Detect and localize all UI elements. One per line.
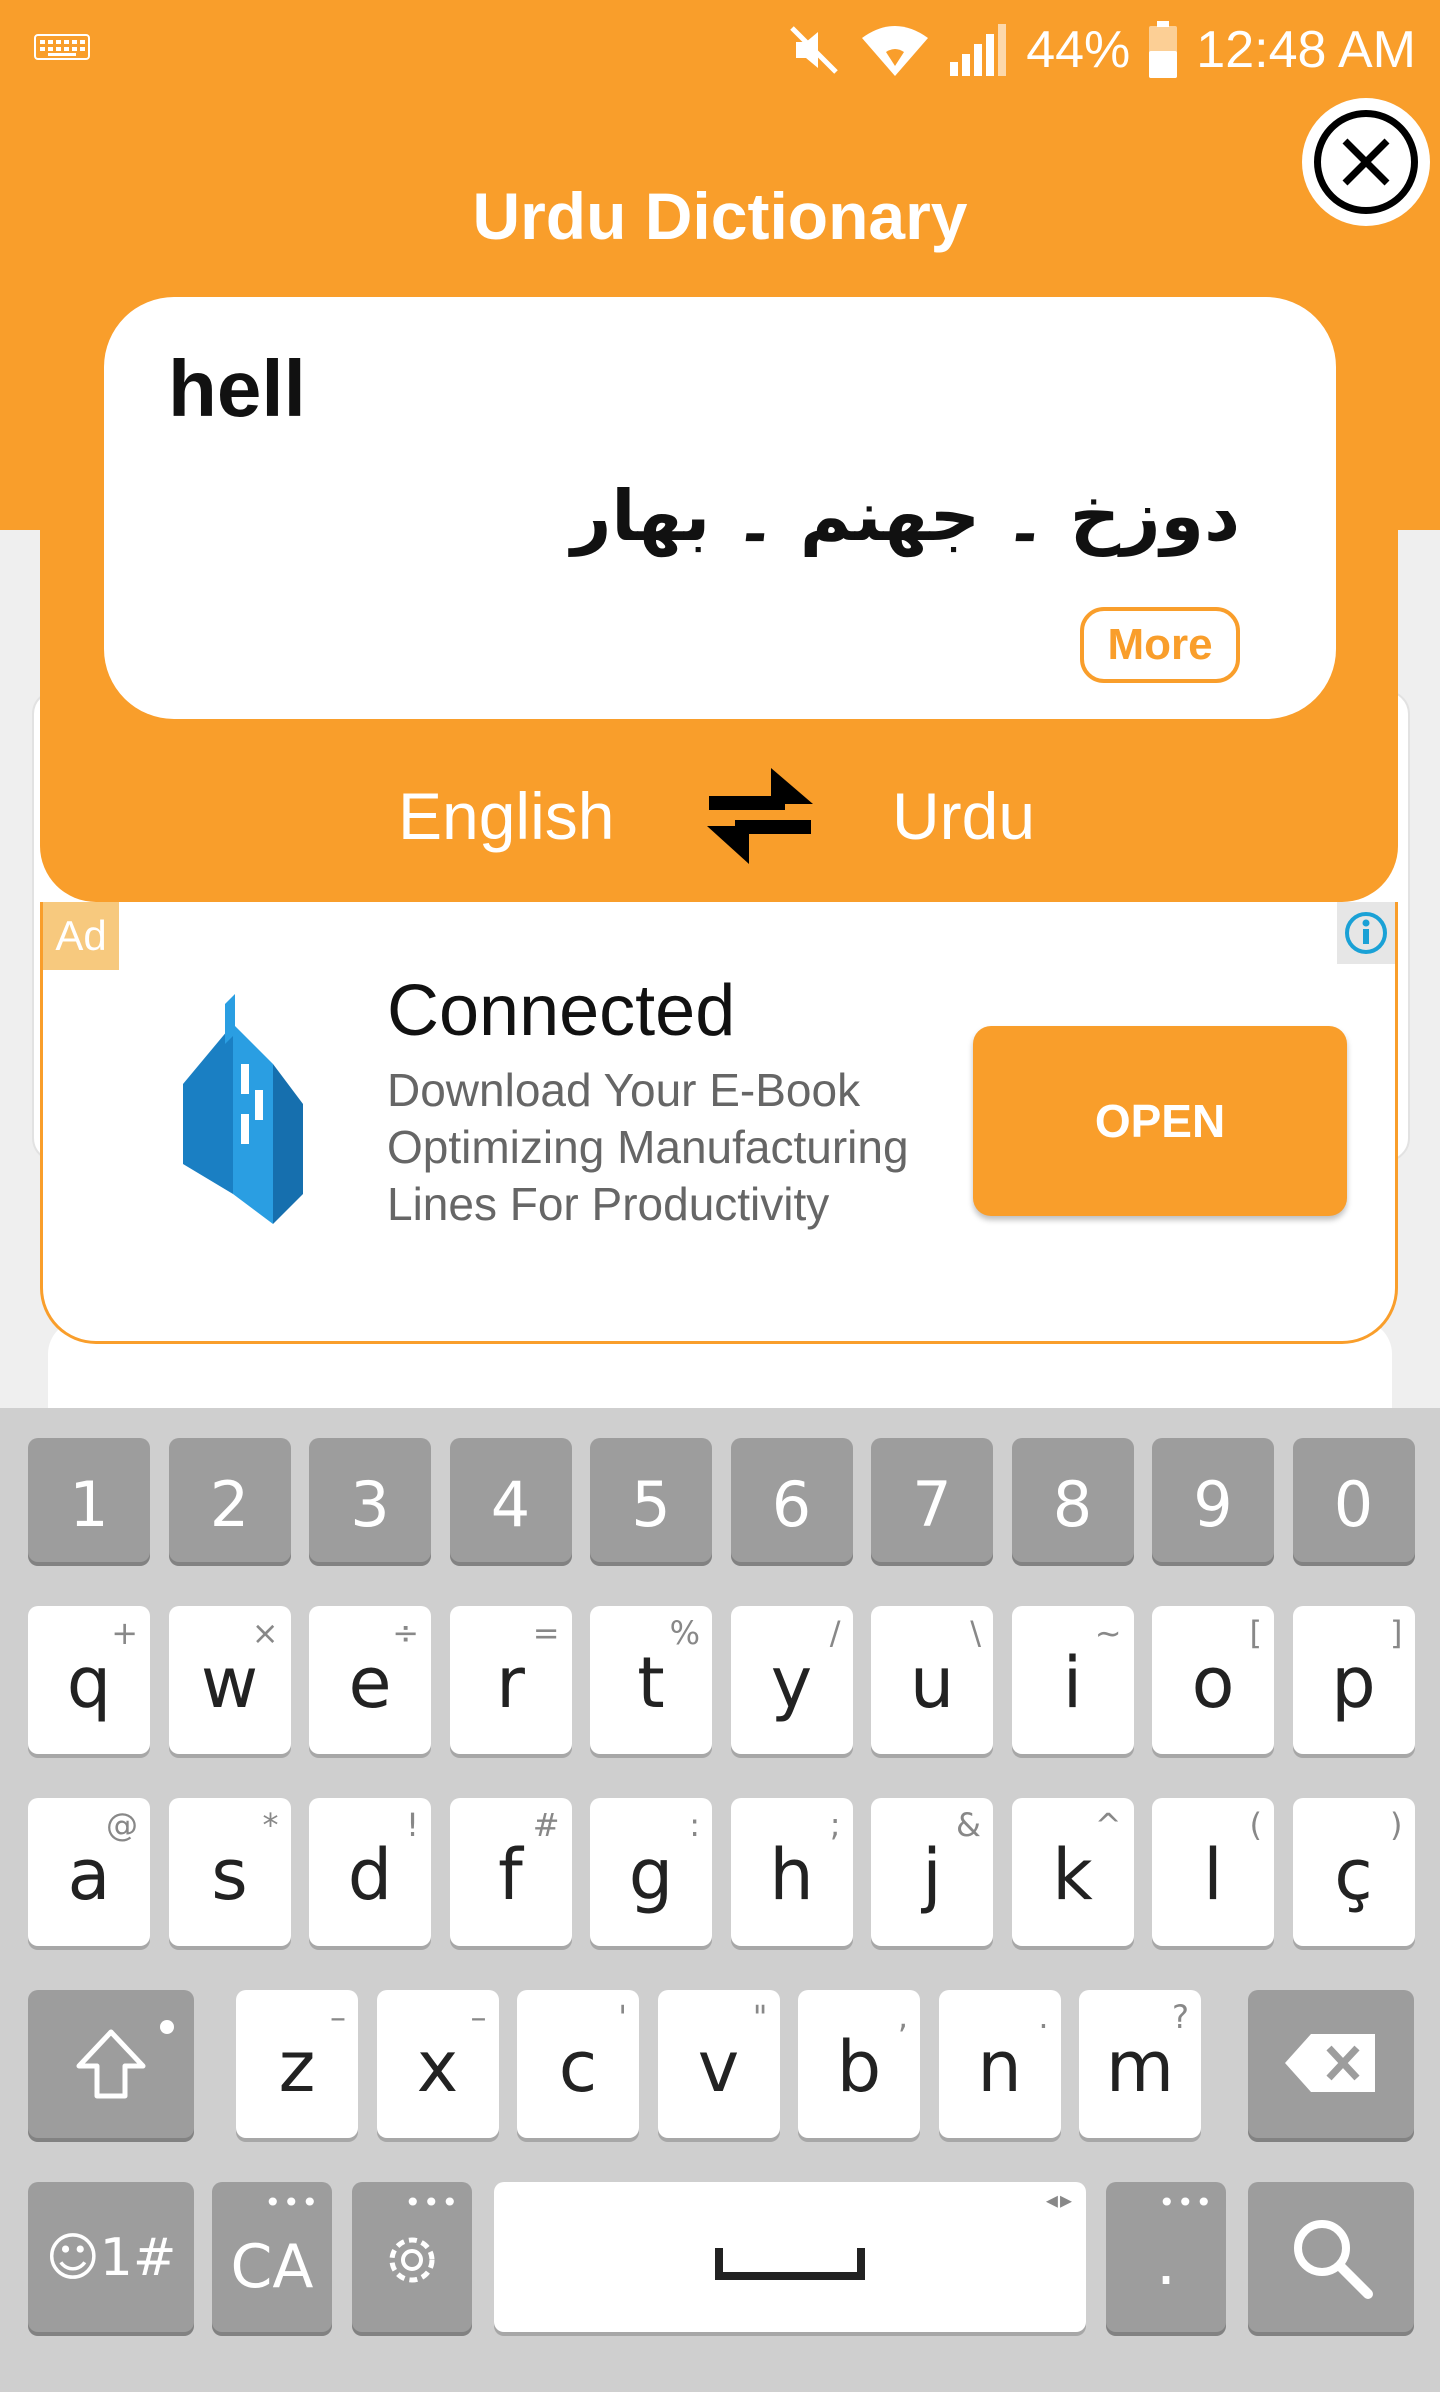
key-u[interactable]: \ u <box>871 1606 993 1754</box>
searched-word: hell <box>168 344 306 433</box>
key-w[interactable]: × w <box>168 1606 291 1754</box>
key-n[interactable]: .n <box>938 1990 1061 2138</box>
key-f[interactable]: # f <box>449 1798 572 1946</box>
key-l[interactable]: (l <box>1152 1798 1274 1946</box>
battery-icon <box>1149 21 1178 78</box>
ad-logo-image <box>183 994 303 1224</box>
close-button[interactable] <box>1302 98 1430 226</box>
language-key[interactable]: ••• CA <box>212 2182 332 2332</box>
key-3[interactable]: 3 <box>309 1438 431 1562</box>
key-ç[interactable]: ) ç <box>1292 1798 1415 1946</box>
ad-title: Connected <box>387 971 736 1051</box>
ad-badge: Ad <box>43 902 119 970</box>
key-6[interactable]: 6 <box>730 1438 853 1562</box>
key-o[interactable]: [o <box>1152 1606 1274 1754</box>
key-2[interactable]: 2 <box>168 1438 291 1562</box>
shift-indicator <box>160 2020 174 2034</box>
key-a[interactable]: @ a <box>28 1798 150 1946</box>
language-selector: English Urdu <box>40 760 1398 870</box>
ad-info-icon[interactable] <box>1337 902 1395 964</box>
key-y[interactable]: / y <box>730 1606 853 1754</box>
key-1[interactable]: 1 <box>28 1438 150 1562</box>
shift-icon <box>76 2029 146 2099</box>
key-0[interactable]: 0 <box>1292 1438 1415 1562</box>
key-z[interactable]: – z <box>236 1990 358 2138</box>
key-d[interactable]: ! d <box>309 1798 431 1946</box>
target-language[interactable]: Urdu <box>892 778 1035 854</box>
gear-icon <box>389 2237 435 2283</box>
key-9[interactable]: 9 <box>1152 1438 1274 1562</box>
battery-percent: 44% <box>1026 21 1131 79</box>
key-8[interactable]: 8 <box>1011 1438 1134 1562</box>
key-7[interactable]: 7 <box>871 1438 993 1562</box>
source-language[interactable]: English <box>398 778 614 854</box>
more-button[interactable]: More <box>1080 607 1240 683</box>
wifi-icon <box>862 26 929 76</box>
urdu-translation: دوزخ ۔ جهنم ۔ بهار <box>571 475 1240 557</box>
key-5[interactable]: 5 <box>590 1438 712 1562</box>
app-title: Urdu Dictionary <box>472 179 968 253</box>
clock: 12:48 AM <box>1196 21 1416 79</box>
close-icon <box>1314 110 1418 214</box>
soft-keyboard: 1234567890 + q × w ÷ e = r% t / y \ u ~ i[o] p @ a * s! d # f… <box>0 1408 1440 2392</box>
symbols-key[interactable]: ☺1# <box>28 2182 194 2332</box>
key-b[interactable]: ,b <box>798 1990 920 2138</box>
space-key[interactable]: ◂▸ <box>494 2182 1086 2332</box>
search-icon <box>1294 2220 1373 2299</box>
ad-description: Download Your E-Book Optimizing Manufact… <box>387 1064 909 1230</box>
ad-banner[interactable]: Ad Connected Download Your E-Book Optimi… <box>40 902 1398 1344</box>
signal-icon <box>950 24 1007 76</box>
result-card: hell دوزخ ۔ جهنم ۔ بهار More <box>104 297 1336 719</box>
shift-key[interactable] <box>28 1990 194 2138</box>
key-j[interactable]: & j <box>871 1798 993 1946</box>
key-r[interactable]: = r <box>449 1606 572 1754</box>
mute-icon <box>790 26 838 74</box>
space-bar-icon <box>715 2248 865 2280</box>
period-key[interactable]: ••• . <box>1106 2182 1226 2332</box>
key-x[interactable]: – x <box>376 1990 499 2138</box>
key-m[interactable]: ? m <box>1079 1990 1201 2138</box>
status-bar: 44% 12:48 AM <box>0 0 1440 100</box>
backspace-icon <box>1285 2034 1375 2092</box>
search-key[interactable] <box>1248 2182 1414 2332</box>
key-s[interactable]: * s <box>168 1798 291 1946</box>
key-i[interactable]: ~ i <box>1011 1606 1134 1754</box>
settings-key[interactable]: ••• <box>352 2182 472 2332</box>
key-h[interactable]: ; h <box>730 1798 853 1946</box>
backspace-key[interactable] <box>1248 1990 1414 2138</box>
key-c[interactable]: ' c <box>517 1990 639 2138</box>
key-q[interactable]: + q <box>28 1606 150 1754</box>
key-g[interactable]: :g <box>590 1798 712 1946</box>
key-v[interactable]: " v <box>657 1990 780 2138</box>
key-t[interactable]: % t <box>590 1606 712 1754</box>
keyboard-icon <box>34 34 90 60</box>
key-4[interactable]: 4 <box>449 1438 572 1562</box>
ad-open-button[interactable]: OPEN <box>973 1026 1347 1216</box>
key-p[interactable]: ] p <box>1292 1606 1415 1754</box>
key-e[interactable]: ÷ e <box>309 1606 431 1754</box>
key-k[interactable]: ^ k <box>1011 1798 1134 1946</box>
swap-icon[interactable] <box>705 760 815 870</box>
